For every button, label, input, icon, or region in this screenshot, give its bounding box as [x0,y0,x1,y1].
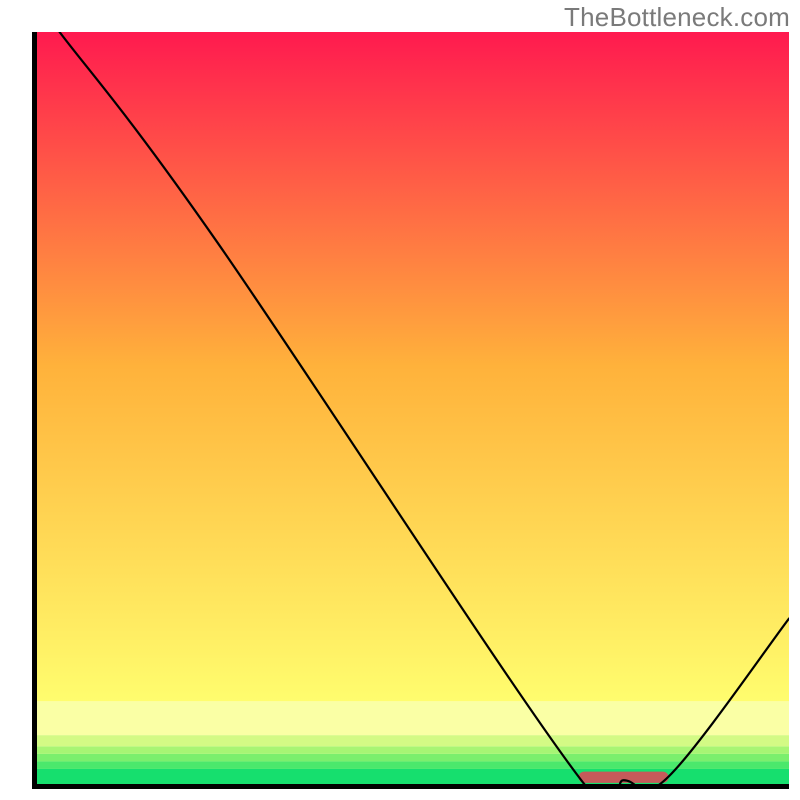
bottleneck-plot [37,32,789,784]
heat-band [37,32,789,701]
heat-band [37,769,789,784]
chart-frame: TheBottleneck.com [0,0,800,800]
heat-band [37,701,789,735]
heat-band [37,746,789,754]
heatmap-bands [37,32,789,784]
plot-area [32,32,789,789]
heat-band [37,754,789,762]
heat-band [37,735,789,746]
watermark-text: TheBottleneck.com [564,2,790,33]
